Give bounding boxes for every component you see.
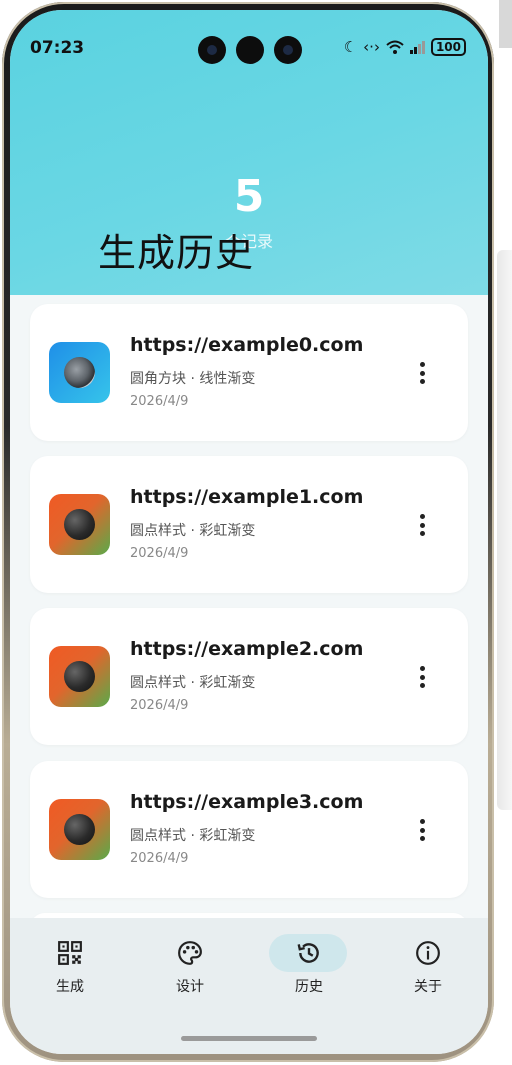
qr-thumbnail <box>49 494 110 555</box>
tab-design[interactable]: 设计 <box>150 938 230 1008</box>
record-count: 5 <box>233 171 265 222</box>
battery-icon: 100 <box>430 38 466 56</box>
qr-thumbnail <box>49 342 110 403</box>
history-date: 2026/4/9 <box>130 851 189 866</box>
history-url: https://example1.com <box>130 486 364 508</box>
tab-generate[interactable]: 生成 <box>30 938 110 1008</box>
moon-icon: ☾ <box>343 38 358 56</box>
data-transfer-icon: ‹·› <box>363 38 380 56</box>
tab-history[interactable]: 历史 <box>269 934 349 1008</box>
qr-thumbnail <box>49 646 110 707</box>
qr-thumbnail <box>49 799 110 860</box>
bottom-tab-bar: 生成 设计 历史 关于 <box>10 918 488 1054</box>
history-url: https://example3.com <box>130 791 364 813</box>
wifi-icon <box>386 40 404 54</box>
status-time: 07:23 <box>30 38 85 58</box>
history-date: 2026/4/9 <box>130 394 189 409</box>
history-icon <box>297 943 319 963</box>
history-style: 圆角方块 · 线性渐变 <box>130 371 256 387</box>
history-card[interactable]: https://example0.com 圆角方块 · 线性渐变 2026/4/… <box>30 304 468 441</box>
screenshot-stage: 07:23 ☾ ‹·› 100 5 个记录 生成历史 https://examp… <box>0 0 512 1065</box>
history-style: 圆点样式 · 彩虹渐变 <box>130 828 256 844</box>
tab-label: 历史 <box>295 979 323 995</box>
more-options-icon[interactable] <box>412 815 432 845</box>
more-options-icon[interactable] <box>412 510 432 540</box>
palette-icon <box>178 941 202 965</box>
page-title: 生成历史 <box>98 231 255 275</box>
status-icons: ☾ ‹·› 100 <box>344 38 466 56</box>
front-camera <box>198 36 226 64</box>
info-icon <box>416 941 440 965</box>
history-url: https://example0.com <box>130 334 364 356</box>
front-camera <box>236 36 264 64</box>
history-style: 圆点样式 · 彩虹渐变 <box>130 523 256 539</box>
phone-frame: 07:23 ☾ ‹·› 100 5 个记录 生成历史 https://examp… <box>2 2 494 1062</box>
history-style: 圆点样式 · 彩虹渐变 <box>130 675 256 691</box>
home-indicator[interactable] <box>181 1036 317 1041</box>
tab-about[interactable]: 关于 <box>388 938 468 1008</box>
background-window-edge <box>497 250 512 810</box>
history-card[interactable]: https://example1.com 圆点样式 · 彩虹渐变 2026/4/… <box>30 456 468 593</box>
app-screen: 07:23 ☾ ‹·› 100 5 个记录 生成历史 https://examp… <box>10 10 488 1054</box>
history-card[interactable]: https://example3.com 圆点样式 · 彩虹渐变 2026/4/… <box>30 761 468 898</box>
qr-code-icon <box>58 941 82 965</box>
history-header: 07:23 ☾ ‹·› 100 5 个记录 生成历史 <box>10 10 488 295</box>
tab-label: 生成 <box>56 979 84 995</box>
front-camera <box>274 36 302 64</box>
signal-icon <box>409 40 425 54</box>
status-bar: 07:23 ☾ ‹·› 100 <box>10 36 488 66</box>
history-date: 2026/4/9 <box>130 546 189 561</box>
history-card[interactable]: https://example2.com 圆点样式 · 彩虹渐变 2026/4/… <box>30 608 468 745</box>
more-options-icon[interactable] <box>412 358 432 388</box>
history-url: https://example2.com <box>130 638 364 660</box>
more-options-icon[interactable] <box>412 662 432 692</box>
tab-label: 关于 <box>414 979 442 995</box>
history-date: 2026/4/9 <box>130 698 189 713</box>
tab-label: 设计 <box>176 979 204 995</box>
background-window-edge <box>499 0 512 48</box>
